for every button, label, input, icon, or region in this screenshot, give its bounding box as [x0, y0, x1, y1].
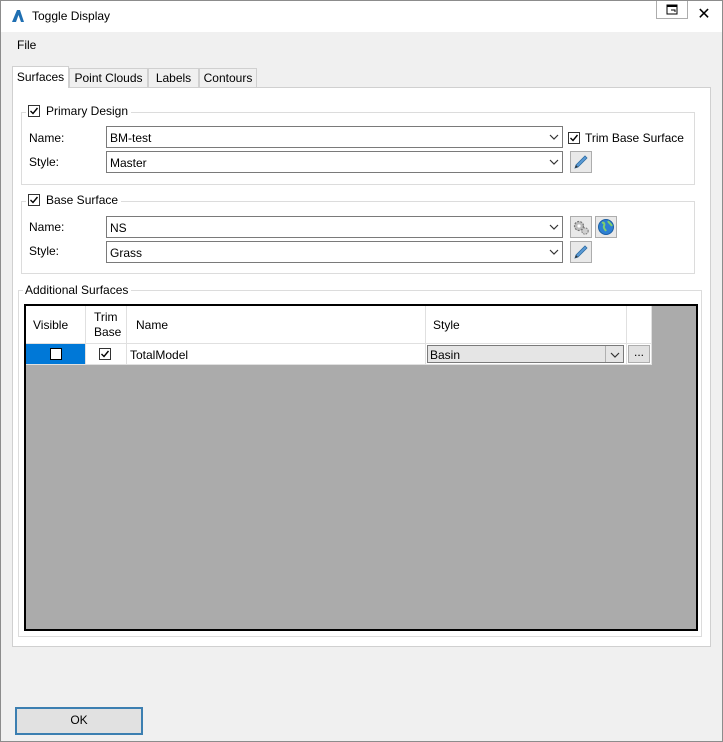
- row-more-button[interactable]: ...: [628, 345, 650, 363]
- column-header-name[interactable]: Name: [127, 306, 426, 344]
- table-row-visible-cell[interactable]: [26, 344, 86, 365]
- chevron-down-icon: [610, 352, 620, 358]
- trim-base-surface-label: Trim Base Surface: [585, 131, 684, 145]
- column-header-visible[interactable]: Visible: [26, 306, 86, 344]
- column-header-base-text: Base: [94, 325, 122, 339]
- table-row-more-cell: ...: [627, 344, 652, 365]
- restore-icon: [666, 4, 678, 15]
- check-icon: [30, 196, 39, 204]
- trim-base-surface-option: Trim Base Surface: [568, 131, 684, 145]
- base-surface-settings-button[interactable]: [570, 216, 592, 238]
- restore-button[interactable]: [656, 1, 688, 19]
- primary-style-combo[interactable]: Master: [106, 151, 563, 173]
- row-visible-checkbox[interactable]: [50, 348, 62, 360]
- chevron-down-icon: [549, 159, 559, 165]
- close-button[interactable]: ✕: [689, 3, 719, 27]
- title-bar: Toggle Display ✕: [1, 1, 722, 32]
- column-header-trim-base[interactable]: Trim Base: [86, 306, 127, 344]
- base-style-label: Style:: [29, 244, 60, 258]
- trim-base-surface-checkbox[interactable]: [568, 132, 580, 144]
- menu-file[interactable]: File: [17, 38, 36, 52]
- window-title: Toggle Display: [32, 9, 111, 23]
- tab-labels[interactable]: Labels: [148, 68, 199, 87]
- additional-surfaces-grid: Visible Trim Base Name Style TotalModel …: [24, 304, 698, 631]
- table-row-style-cell[interactable]: Basin: [426, 344, 627, 365]
- gears-icon: [573, 220, 589, 235]
- tab-contours[interactable]: Contours: [199, 68, 257, 87]
- toggle-display-window: Toggle Display ✕ File Surfaces Point Clo…: [0, 0, 723, 742]
- check-icon: [101, 350, 110, 358]
- column-header-name-text: Name: [136, 318, 169, 332]
- chevron-down-icon: [549, 134, 559, 140]
- base-style-combo[interactable]: Grass: [106, 241, 563, 263]
- chevron-down-icon: [549, 249, 559, 255]
- check-icon: [30, 107, 39, 115]
- base-name-label: Name:: [29, 220, 65, 234]
- primary-edit-style-button[interactable]: [570, 151, 592, 173]
- base-surface-globe-button[interactable]: [595, 216, 617, 238]
- base-surface-label: Base Surface: [46, 193, 119, 207]
- primary-name-label: Name:: [29, 131, 65, 145]
- row-name-value: TotalModel: [130, 348, 189, 362]
- column-header-more: [627, 306, 652, 344]
- tab-point-clouds[interactable]: Point Clouds: [69, 68, 148, 87]
- additional-surfaces-legend: Additional Surfaces: [23, 283, 132, 297]
- column-header-style[interactable]: Style: [426, 306, 627, 344]
- check-icon: [570, 134, 579, 142]
- tab-surfaces[interactable]: Surfaces: [12, 66, 69, 88]
- pencil-icon: [574, 245, 588, 259]
- primary-name-value: BM-test: [110, 131, 152, 145]
- row-style-value: Basin: [430, 348, 461, 362]
- combo-divider: [605, 346, 606, 362]
- ok-button[interactable]: OK: [15, 707, 143, 735]
- primary-design-checkbox[interactable]: [28, 105, 40, 117]
- column-header-style-text: Style: [433, 318, 460, 332]
- primary-design-group: [21, 112, 695, 185]
- primary-design-label: Primary Design: [46, 104, 129, 118]
- row-style-combo[interactable]: Basin: [427, 345, 624, 363]
- base-surface-legend: Base Surface: [26, 193, 122, 207]
- base-edit-style-button[interactable]: [570, 241, 592, 263]
- column-header-trim-text: Trim: [94, 310, 118, 324]
- row-trim-checkbox[interactable]: [99, 348, 111, 360]
- chevron-down-icon: [549, 224, 559, 230]
- base-surface-checkbox[interactable]: [28, 194, 40, 206]
- table-row-name-cell[interactable]: TotalModel: [127, 344, 426, 365]
- base-style-value: Grass: [110, 246, 143, 260]
- primary-name-combo[interactable]: BM-test: [106, 126, 563, 148]
- primary-design-legend: Primary Design: [26, 104, 132, 118]
- table-row-trim-cell[interactable]: [86, 344, 127, 365]
- base-name-value: NS: [110, 221, 127, 235]
- base-name-combo[interactable]: NS: [106, 216, 563, 238]
- menu-bar: File: [1, 32, 722, 56]
- autodesk-app-icon: [12, 10, 24, 22]
- primary-style-label: Style:: [29, 155, 60, 169]
- globe-icon: [598, 219, 614, 235]
- primary-style-value: Master: [110, 156, 147, 170]
- column-header-visible-text: Visible: [33, 318, 69, 332]
- pencil-icon: [574, 155, 588, 169]
- close-icon: ✕: [697, 6, 711, 23]
